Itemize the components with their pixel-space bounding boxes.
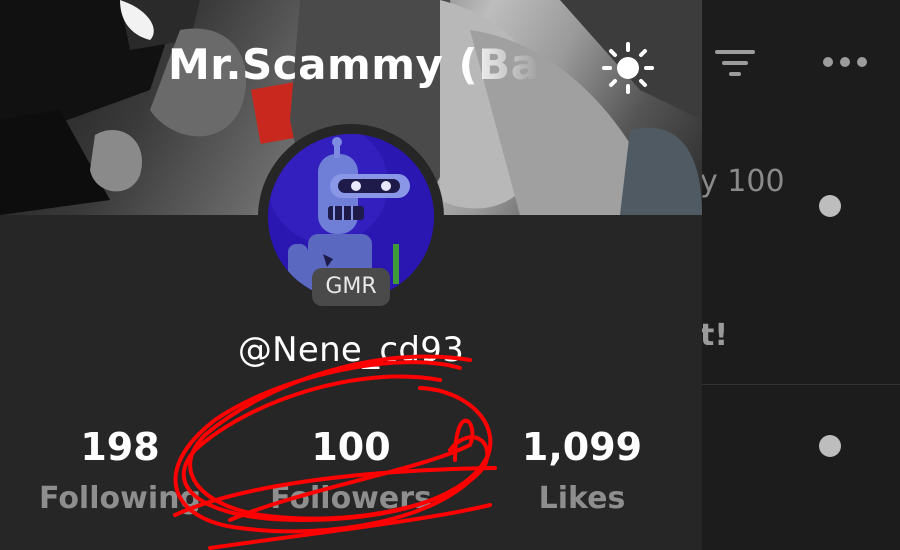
stat-value: 198 bbox=[80, 425, 160, 469]
stat-value: 1,099 bbox=[521, 425, 643, 469]
more-options-button[interactable] bbox=[818, 46, 872, 76]
sun-icon bbox=[602, 42, 654, 94]
list-divider bbox=[700, 384, 900, 385]
row-indicator-dot bbox=[819, 435, 841, 457]
background-row-text: y 100 bbox=[700, 164, 785, 199]
filter-button[interactable] bbox=[712, 42, 758, 84]
stat-label: Following bbox=[39, 481, 201, 516]
stat-value: 100 bbox=[311, 425, 391, 469]
status-badge: GMR bbox=[312, 268, 390, 306]
more-horizontal-icon bbox=[823, 57, 867, 67]
stat-following[interactable]: 198 Following bbox=[20, 425, 220, 516]
theme-toggle-button[interactable] bbox=[600, 40, 656, 96]
page-title: Mr.Scammy (Batte bbox=[168, 40, 540, 89]
profile-sheet: Mr.Scammy (Batte GMR @Nene_cd93 198 Foll… bbox=[0, 0, 702, 550]
background-row-text: t! bbox=[700, 318, 729, 353]
row-indicator-dot bbox=[819, 195, 841, 217]
stat-label: Likes bbox=[538, 481, 626, 516]
stat-label: Followers bbox=[270, 481, 432, 516]
filter-icon bbox=[715, 50, 755, 76]
stat-likes[interactable]: 1,099 Likes bbox=[482, 425, 682, 516]
stat-followers[interactable]: 100 Followers bbox=[251, 425, 451, 516]
profile-handle: @Nene_cd93 bbox=[237, 330, 465, 370]
